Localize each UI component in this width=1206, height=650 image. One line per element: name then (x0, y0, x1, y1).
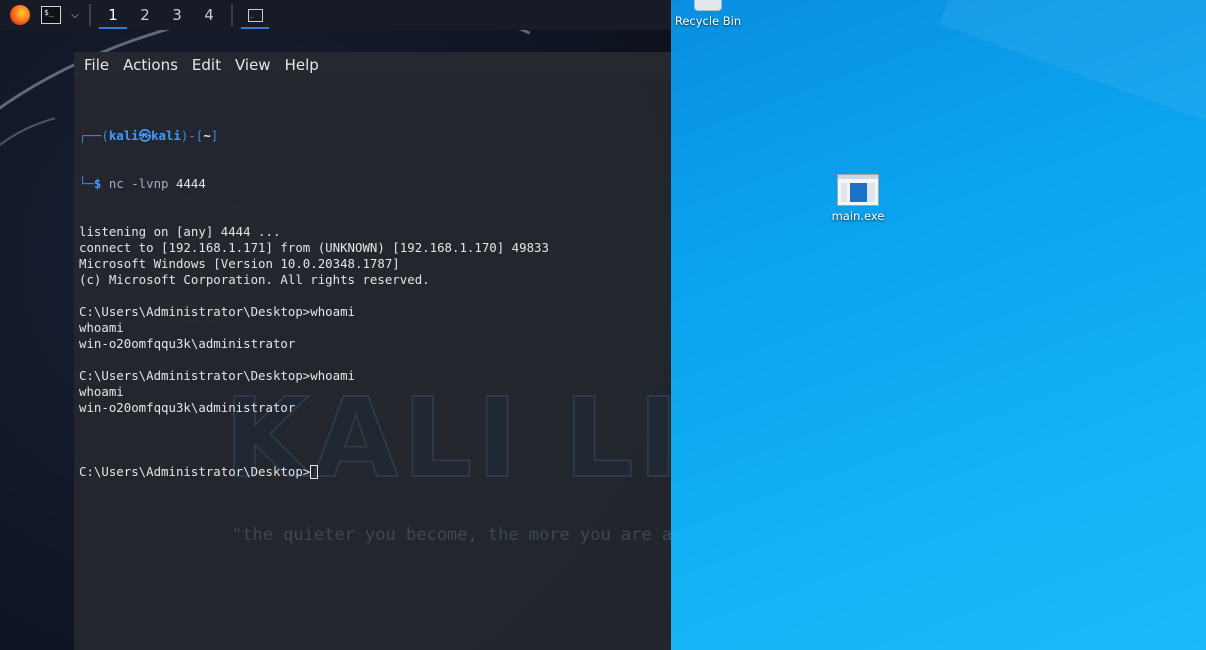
prompt-at: ㉿ (138, 128, 152, 143)
prompt-frame: )-[ (180, 128, 204, 143)
recycle-bin-icon (694, 0, 722, 11)
windows-desktop: Recycle Bin main.exe (671, 0, 1206, 650)
exe-file-icon (837, 174, 879, 206)
panel-separator (231, 4, 233, 26)
output-line: whoami (79, 320, 124, 335)
current-prompt-line: C:\Users\Administrator\Desktop> (79, 464, 549, 480)
firefox-icon[interactable] (9, 0, 31, 30)
workspace-4[interactable]: 4 (193, 0, 225, 30)
workspace-1[interactable]: 1 (97, 0, 129, 30)
output-line: win-o20omfqqu3k\administrator (79, 400, 296, 415)
chevron-down-icon[interactable]: ⌵ (67, 0, 83, 30)
command-line: └─$ nc -lvnp 4444 (79, 176, 549, 192)
command-text: nc -lvnp (108, 176, 169, 191)
workspace-2[interactable]: 2 (129, 0, 161, 30)
desktop-icon-main-exe[interactable]: main.exe (831, 174, 885, 223)
cmd-prompt: C:\Users\Administrator\Desktop> (79, 464, 311, 479)
kali-desktop: $_ ⌵ 1 2 3 4 _ File Actions Edit View He… (0, 0, 671, 650)
menu-help[interactable]: Help (285, 56, 319, 74)
top-panel: $_ ⌵ 1 2 3 4 _ (0, 0, 671, 30)
prompt-user: kali (108, 128, 139, 143)
prompt-frame: └─ (79, 176, 94, 191)
prompt-dollar: $ (93, 176, 109, 191)
output-line: (c) Microsoft Corporation. All rights re… (79, 272, 430, 287)
desktop-icon-label: main.exe (831, 209, 885, 223)
output-line: C:\Users\Administrator\Desktop>whoami (79, 304, 356, 319)
menu-edit[interactable]: Edit (192, 56, 221, 74)
wallpaper-beam (939, 0, 1206, 168)
desktop-icon-label: Recycle Bin (674, 14, 742, 28)
terminal-menubar: File Actions Edit View Help (74, 52, 671, 78)
output-line: C:\Users\Administrator\Desktop>whoami (79, 368, 356, 383)
text-cursor (310, 465, 319, 479)
terminal-window[interactable]: File Actions Edit View Help KALI LINUX "… (74, 52, 671, 650)
kali-motto: "the quieter you become, the more you ar… (232, 525, 671, 545)
command-arg: 4444 (168, 176, 206, 191)
prompt-host: kali (151, 128, 181, 143)
output-line: Microsoft Windows [Version 10.0.20348.17… (79, 256, 400, 271)
terminal-icon[interactable]: $_ (39, 0, 63, 30)
output-line: connect to [192.168.1.171] from (UNKNOWN… (79, 240, 549, 255)
terminal-output: ┌──(kali㉿kali)-[~] └─$ nc -lvnp 4444 lis… (79, 96, 549, 512)
workspace-3[interactable]: 3 (161, 0, 193, 30)
menu-view[interactable]: View (235, 56, 271, 74)
terminal-window-icon[interactable]: _ (239, 0, 271, 30)
prompt-dir: ~ (203, 128, 211, 143)
prompt-frame: ┌──( (79, 128, 109, 143)
output-line: listening on [any] 4444 ... (79, 224, 281, 239)
menu-actions[interactable]: Actions (123, 56, 178, 74)
prompt-frame: ] (210, 128, 219, 143)
output-line: whoami (79, 384, 124, 399)
output-lines: listening on [any] 4444 ... connect to [1… (79, 224, 549, 432)
prompt-line: ┌──(kali㉿kali)-[~] (79, 128, 549, 144)
menu-file[interactable]: File (84, 56, 109, 74)
desktop-icon-recycle-bin[interactable]: Recycle Bin (671, 0, 745, 28)
panel-separator (89, 4, 91, 26)
output-line: win-o20omfqqu3k\administrator (79, 336, 296, 351)
terminal-body[interactable]: KALI LINUX "the quieter you become, the … (74, 78, 671, 650)
